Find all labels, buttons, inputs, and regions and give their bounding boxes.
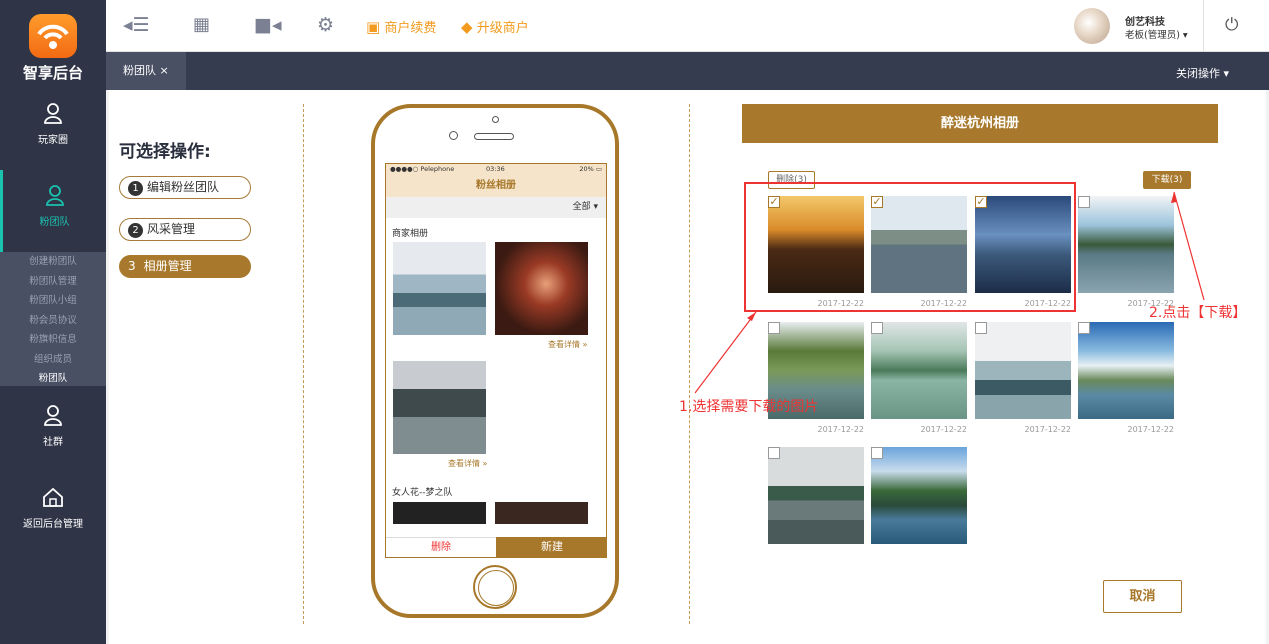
diamond-icon: ◆ (461, 18, 473, 36)
app-logo-text: 智享后台 (22, 64, 83, 82)
annotation-click-download: 2.点击【下载】 (1149, 305, 1247, 321)
upgrade-label: 升级商户 (476, 21, 529, 36)
user-role-dropdown[interactable]: 老板(管理员) ▾ (1125, 27, 1188, 41)
submenu-item[interactable]: 粉团队管理 (0, 272, 106, 292)
sidebar-item-label: 返回后台管理 (23, 519, 83, 530)
menu-collapse-icon[interactable]: ◂☰ (123, 14, 150, 36)
sidebar-item-label: 玩家圈 (38, 135, 68, 146)
power-icon[interactable]: ⏻ (1225, 15, 1238, 35)
main-area: 可选择操作: 1 编辑粉丝团队 2 风采管理 3 相册管理 ●●●●○ Pelepho… (106, 90, 1269, 644)
top-toolbar: ◂☰ ▦ ■◂ ⚙ ▣ 商户续费 ◆ 升级商户 创艺科技 老板(管理员) ▾ ⏻ (106, 0, 1269, 52)
sidebar-item-fan-team[interactable]: 粉团队 (0, 170, 106, 252)
content-panel: 可选择操作: 1 编辑粉丝团队 2 风采管理 3 相册管理 ●●●●○ Pelepho… (109, 90, 1266, 644)
user-icon (43, 405, 63, 429)
merchant-renew-link[interactable]: ▣ 商户续费 (366, 17, 436, 36)
annotation-arrows (694, 191, 1205, 394)
close-operations-dropdown[interactable]: 关闭操作 ▾ (1176, 65, 1229, 81)
submenu-item[interactable]: 粉团队小组 (0, 291, 106, 311)
sidebar-item-label: 粉团队 (39, 217, 70, 228)
divider (1203, 0, 1204, 52)
video-icon[interactable]: ■◂ (254, 14, 282, 36)
user-name: 创艺科技 (1125, 17, 1165, 28)
sidebar-submenu: 创建粉团队 粉团队管理 粉团队小组 粉会员协议 粉旗帜信息 组织成员 粉团队 (0, 252, 106, 386)
submenu-item-current[interactable]: 粉团队 (0, 369, 106, 389)
sidebar-item-players[interactable]: 玩家圈 (0, 102, 106, 146)
cancel-button[interactable]: 取消 (1103, 580, 1182, 613)
submenu-item[interactable]: 组织成员 (0, 350, 106, 370)
upgrade-link[interactable]: ◆ 升级商户 (461, 17, 529, 36)
user-icon (45, 185, 65, 209)
gear-icon[interactable]: ⚙ (317, 14, 334, 36)
tab-fan-team[interactable]: 粉团队 × (106, 52, 186, 90)
avatar[interactable] (1074, 8, 1110, 44)
submenu-item[interactable]: 创建粉团队 (0, 252, 106, 272)
sidebar: 智享后台 玩家圈 粉团队 创建粉团队 粉团队管理 粉团队小组 粉会员协议 粉旗帜… (0, 0, 106, 644)
home-icon (42, 487, 64, 511)
sidebar-item-community[interactable]: 社群 (0, 404, 106, 448)
merchant-renew-label: 商户续费 (384, 21, 437, 36)
card-icon: ▣ (366, 18, 381, 36)
tab-bar: 粉团队 × 关闭操作 ▾ (106, 52, 1269, 90)
sidebar-item-label: 社群 (43, 437, 63, 448)
submenu-item[interactable]: 粉旗帜信息 (0, 330, 106, 350)
logo-icon (29, 14, 77, 58)
grid-icon[interactable]: ▦ (193, 14, 210, 35)
user-icon (43, 103, 63, 127)
sidebar-item-back-admin[interactable]: 返回后台管理 (0, 486, 106, 530)
submenu-item[interactable]: 粉会员协议 (0, 311, 106, 331)
annotation-select-images: 1.选择需要下载的图片 (679, 399, 819, 415)
